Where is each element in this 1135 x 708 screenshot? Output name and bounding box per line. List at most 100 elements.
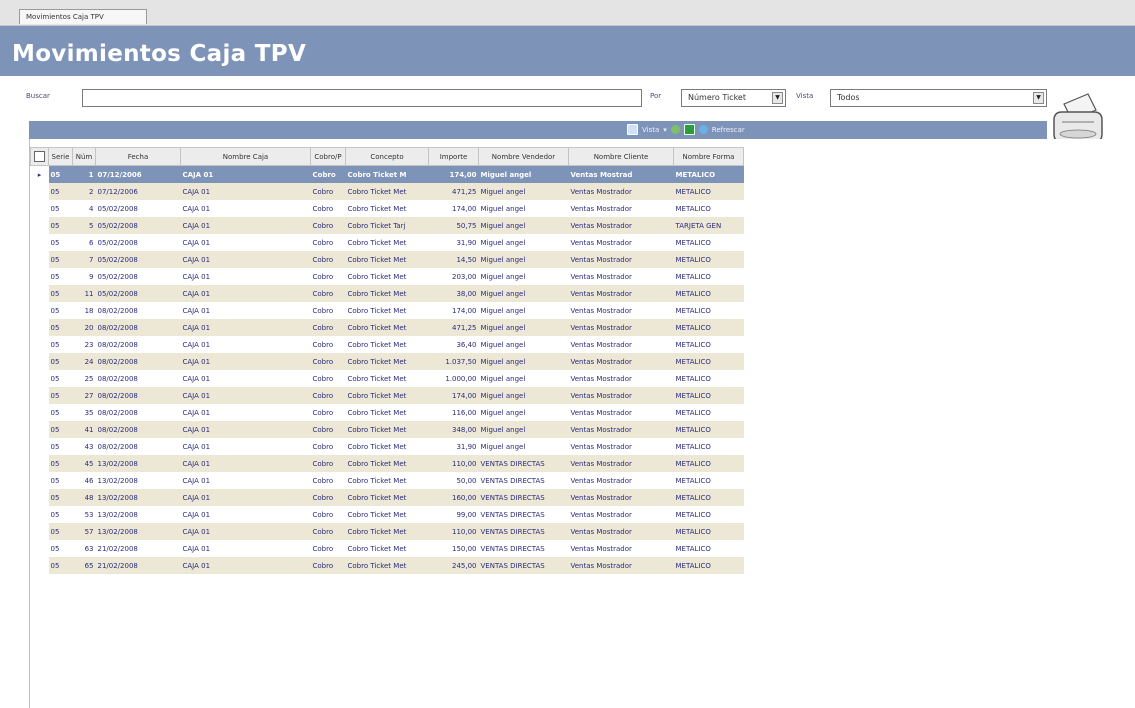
row-selector[interactable] [30,302,49,319]
row-selector[interactable] [30,200,49,217]
cell-importe: 174,00 [428,387,479,404]
cell-fecha: 13/02/2008 [95,523,181,540]
search-input[interactable] [82,89,642,107]
cell-vendedor: VENTAS DIRECTAS [478,455,569,472]
cell-forma: METALICO [673,353,744,370]
cell-concepto: Cobro Ticket Met [347,204,407,213]
table-row[interactable]: 05 35 08/02/2008 CAJA 01 Cobro Cobro Ticket M… [30,404,744,421]
table-row[interactable]: 05 53 13/02/2008 CAJA 01 Cobro Cobro Ticket M… [30,506,744,523]
cell-importe: 174,00 [428,165,479,183]
table-row[interactable]: 05 25 08/02/2008 CAJA 01 Cobro Cobro Ticket M… [30,370,744,387]
row-selector[interactable] [30,506,49,523]
column-header[interactable]: Concepto [345,147,429,166]
chevron-down-icon[interactable]: ▼ [1033,92,1044,104]
table-row[interactable]: ▸ 05 1 07/12/2006 CAJA 01 Cobro Cobro Ticket M… [30,165,744,183]
cell-importe: 1.037,50 [428,353,479,370]
cell-forma: METALICO [675,374,711,383]
column-header[interactable]: Nombre Forma [673,147,744,166]
column-header[interactable]: Nombre Vendedor [478,147,569,166]
view-icon[interactable] [627,124,638,135]
select-all-checkbox[interactable] [30,147,49,166]
table-row[interactable]: 05 18 08/02/2008 CAJA 01 Cobro Cobro Ticket M… [30,302,744,319]
add-icon[interactable] [670,125,680,134]
row-selector[interactable] [30,217,49,234]
vista-select[interactable]: Todos ▼ [830,89,1047,107]
row-selector[interactable] [30,285,49,302]
column-header[interactable]: Serie [48,147,73,166]
cell-vendedor: VENTAS DIRECTAS [478,557,569,574]
chevron-down-icon[interactable]: ▼ [772,92,783,104]
column-header[interactable]: Cobro/P [310,147,346,166]
table-row[interactable]: 05 23 08/02/2008 CAJA 01 Cobro Cobro Ticket M… [30,336,744,353]
cell-num: 20 [72,319,96,336]
cell-concepto: Cobro Ticket Met [345,421,429,438]
por-label: Por [650,92,662,100]
table-row[interactable]: 05 65 21/02/2008 CAJA 01 Cobro Cobro Ticket M… [30,557,744,574]
cell-fecha: 21/02/2008 [95,557,181,574]
row-selector[interactable] [30,540,49,557]
row-selector[interactable] [30,421,49,438]
refresh-icon[interactable] [698,125,708,134]
table-row[interactable]: 05 11 05/02/2008 CAJA 01 Cobro Cobro Ticket M… [30,285,744,302]
cell-num: 43 [84,442,94,451]
row-selector[interactable] [30,268,49,285]
vista-menu[interactable]: Vista [642,126,659,134]
cell-fecha: 08/02/2008 [97,306,138,315]
cell-importe: 116,00 [452,408,477,417]
cell-concepto: Cobro Ticket Met [347,340,407,349]
row-selector[interactable] [30,336,49,353]
refrescar-button[interactable]: Refrescar [712,126,745,134]
row-selector[interactable] [30,319,49,336]
table-row[interactable]: 05 46 13/02/2008 CAJA 01 Cobro Cobro Ticket M… [30,472,744,489]
row-selector[interactable] [30,523,49,540]
cell-serie: 05 [50,408,60,417]
table-row[interactable]: 05 41 08/02/2008 CAJA 01 Cobro Cobro Ticket M… [30,421,744,438]
cell-forma: METALICO [675,272,711,281]
row-selector[interactable] [30,234,49,251]
cell-importe: 174,00 [452,306,477,315]
cell-serie: 05 [48,387,73,404]
row-selector[interactable] [30,353,49,370]
table-row[interactable]: 05 4 05/02/2008 CAJA 01 Cobro Cobro Ticket Me… [30,200,744,217]
table-row[interactable]: 05 63 21/02/2008 CAJA 01 Cobro Cobro Ticket M… [30,540,744,557]
chevron-down-icon[interactable]: ▾ [663,126,667,134]
cell-num: 63 [84,544,94,553]
table-row[interactable]: 05 6 05/02/2008 CAJA 01 Cobro Cobro Ticket Me… [30,234,744,251]
tab-movimientos-caja[interactable]: Movimientos Caja TPV [19,9,147,24]
table-row[interactable]: 05 57 13/02/2008 CAJA 01 Cobro Cobro Ticket M… [30,523,744,540]
table-row[interactable]: 05 45 13/02/2008 CAJA 01 Cobro Cobro Ticket M… [30,455,744,472]
table-row[interactable]: 05 43 08/02/2008 CAJA 01 Cobro Cobro Ticket M… [30,438,744,455]
column-header[interactable]: Nombre Cliente [568,147,674,166]
table-row[interactable]: 05 2 07/12/2006 CAJA 01 Cobro Cobro Ticket Me… [30,183,744,200]
row-selector[interactable] [30,370,49,387]
table-row[interactable]: 05 27 08/02/2008 CAJA 01 Cobro Cobro Ticket M… [30,387,744,404]
row-selector[interactable] [30,387,49,404]
row-selector[interactable] [30,183,49,200]
row-selector[interactable] [30,455,49,472]
table-row[interactable]: 05 7 05/02/2008 CAJA 01 Cobro Cobro Ticket Me… [30,251,744,268]
column-header[interactable]: Fecha [95,147,181,166]
cell-cobro: Cobro [312,442,334,451]
table-row[interactable]: 05 5 05/02/2008 CAJA 01 Cobro Cobro Ticket Ta… [30,217,744,234]
column-header[interactable]: Importe [428,147,479,166]
cell-num: 53 [84,510,94,519]
row-selector[interactable] [30,472,49,489]
cell-vendedor: Miguel angel [480,272,526,281]
row-selector[interactable] [30,438,49,455]
table-row[interactable]: 05 20 08/02/2008 CAJA 01 Cobro Cobro Ticket M… [30,319,744,336]
row-selector[interactable] [30,251,49,268]
row-selector[interactable] [30,404,49,421]
excel-icon[interactable] [683,124,695,135]
row-selector[interactable]: ▸ [30,165,49,183]
cell-fecha: 05/02/2008 [95,217,181,234]
table-row[interactable]: 05 48 13/02/2008 CAJA 01 Cobro Cobro Ticket M… [30,489,744,506]
cell-vendedor: VENTAS DIRECTAS [480,544,545,553]
row-selector[interactable] [30,557,49,574]
table-row[interactable]: 05 24 08/02/2008 CAJA 01 Cobro Cobro Ticket M… [30,353,744,370]
por-select[interactable]: Número Ticket ▼ [681,89,786,107]
column-header[interactable]: Núm [72,147,96,166]
cell-serie: 05 [48,455,73,472]
row-selector[interactable] [30,489,49,506]
column-header[interactable]: Nombre Caja [180,147,311,166]
table-row[interactable]: 05 9 05/02/2008 CAJA 01 Cobro Cobro Ticket Me… [30,268,744,285]
